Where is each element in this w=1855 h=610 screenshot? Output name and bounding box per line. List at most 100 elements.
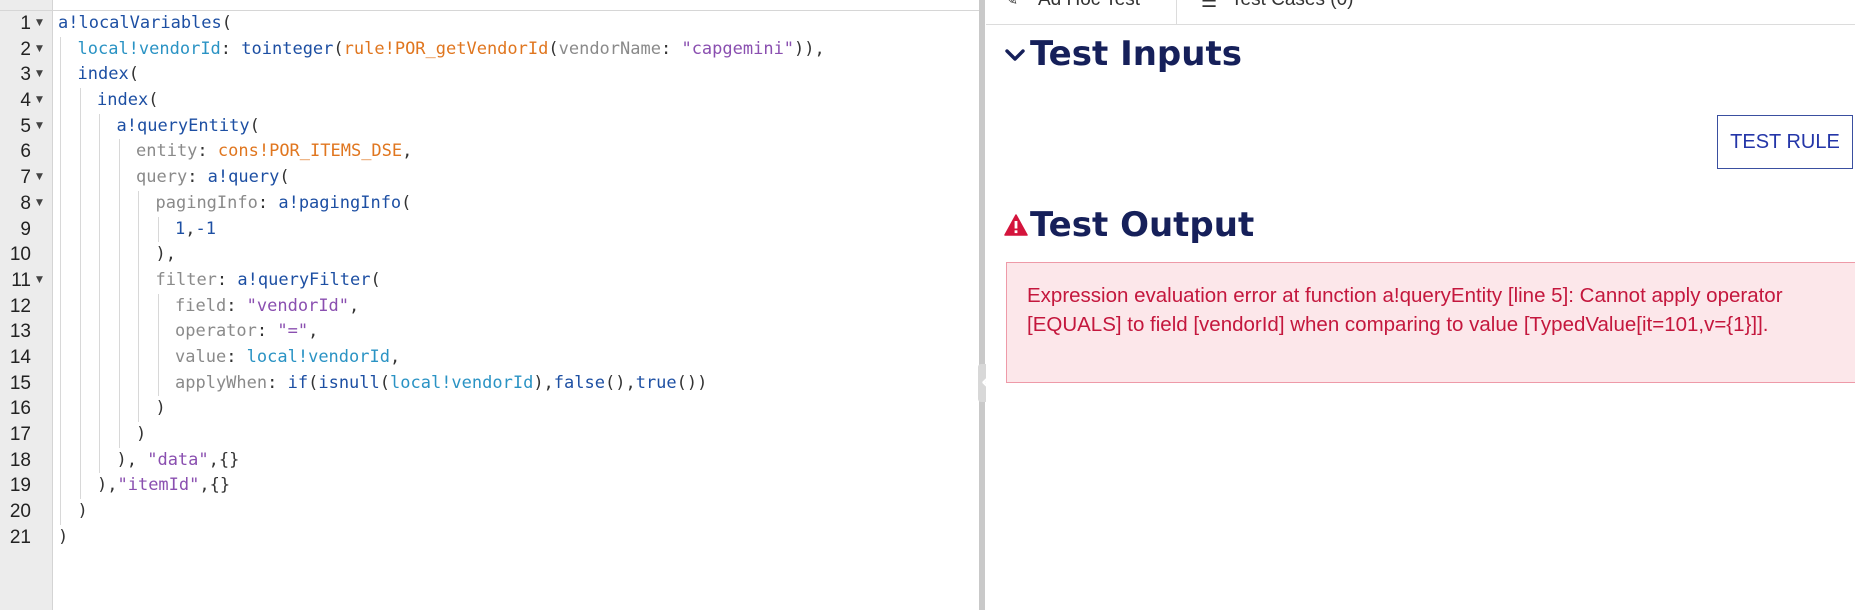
- code-token: operator: [175, 321, 257, 342]
- code-token: "data": [147, 449, 209, 470]
- fold-toggle-icon[interactable]: ▼: [36, 114, 43, 140]
- chevron-down-icon[interactable]: [1004, 44, 1026, 71]
- code-lines[interactable]: 1 ▼ a!localVariables(2 ▼ local!vendorId: toi…: [0, 11, 980, 550]
- line-number: 3: [20, 64, 31, 86]
- indent-guide: [138, 293, 139, 320]
- code-line[interactable]: 8 ▼ pagingInfo: a!pagingInfo(: [0, 190, 980, 217]
- fold-toggle-icon[interactable]: ▼: [36, 11, 43, 37]
- code-text: pagingInfo: a!pagingInfo(: [156, 191, 412, 217]
- line-number: 4: [20, 90, 31, 112]
- code-editor[interactable]: 1 ▼ a!localVariables(2 ▼ local!vendorId: toi…: [0, 0, 980, 610]
- tab-test-cases[interactable]: ☰ Test Cases (0): [1181, 0, 1381, 24]
- code-token: (: [548, 38, 559, 59]
- code-line[interactable]: 9 1,-1: [0, 216, 980, 243]
- code-token: (: [379, 372, 391, 393]
- pane-splitter[interactable]: [979, 0, 985, 610]
- indent-guide: [157, 319, 159, 345]
- indent-guide: [99, 113, 100, 140]
- indent-guide: [60, 62, 61, 89]
- test-rule-button[interactable]: TEST RULE: [1717, 115, 1853, 169]
- indent-guide: [118, 396, 120, 422]
- code-token: :: [267, 372, 288, 393]
- code-line[interactable]: 11 ▼ filter: a!queryFilter(: [0, 267, 980, 294]
- code-text: ): [78, 499, 88, 525]
- indent-guide: [99, 139, 100, 166]
- fold-toggle-icon[interactable]: ▼: [36, 37, 43, 63]
- code-text: a!localVariables(: [58, 11, 232, 37]
- code-text: entity: cons!POR_ITEMS_DSE,: [136, 139, 412, 165]
- code-token: ,: [814, 38, 825, 59]
- indent-guide: [79, 216, 81, 243]
- fold-toggle-icon[interactable]: ▼: [36, 268, 43, 294]
- indent-guide: [79, 88, 81, 114]
- code-token: tointeger: [241, 38, 334, 59]
- indent-guide: [99, 242, 100, 268]
- code-token: (: [370, 269, 381, 290]
- code-line[interactable]: 17): [0, 422, 980, 448]
- line-number: 6: [20, 141, 31, 163]
- line-number: 21: [9, 526, 31, 548]
- code-line[interactable]: 6 entity: cons!POR_ITEMS_DSE,: [0, 139, 980, 166]
- code-line[interactable]: 13 operator: "=",: [0, 319, 980, 345]
- code-line[interactable]: 21): [0, 525, 980, 551]
- code-token: (: [221, 13, 233, 33]
- indent-guide: [79, 396, 81, 422]
- code-text: a!queryEntity(: [117, 114, 260, 140]
- fold-toggle-icon[interactable]: ▼: [36, 191, 43, 217]
- line-number: 7: [20, 167, 31, 189]
- code-token: :: [187, 167, 208, 188]
- code-text: ),"itemId",{}: [97, 473, 230, 499]
- indent-guide: [118, 216, 120, 243]
- list-icon: ☰: [1201, 0, 1218, 11]
- code-line[interactable]: 2 ▼ local!vendorId: tointeger(rule!POR_get…: [0, 36, 980, 63]
- code-token: (: [333, 38, 344, 59]
- line-number: 12: [9, 295, 31, 317]
- code-token: :: [220, 38, 242, 59]
- code-token: (: [148, 90, 159, 111]
- code-text: field: "vendorId",: [175, 294, 359, 320]
- indent-guide: [118, 319, 120, 345]
- line-number: 19: [9, 475, 31, 497]
- code-line[interactable]: 7 ▼ query: a!query(: [0, 165, 980, 191]
- code-line[interactable]: 12 field: "vendorId",: [0, 293, 980, 320]
- code-line[interactable]: 20): [0, 499, 980, 525]
- code-token: a!localVariables: [58, 13, 222, 33]
- code-token: entity: [136, 141, 198, 162]
- code-line[interactable]: 3 ▼ index(: [0, 62, 980, 89]
- fold-toggle-icon[interactable]: ▼: [36, 88, 43, 114]
- code-token: ,: [349, 295, 360, 316]
- tab-test-cases-label: Test Cases (0): [1231, 0, 1353, 11]
- indent-guide: [138, 319, 139, 345]
- code-token: ,: [308, 321, 319, 342]
- code-line[interactable]: 19 ),"itemId",{}: [0, 473, 980, 500]
- line-number: 20: [9, 501, 31, 523]
- fold-toggle-icon[interactable]: ▼: [36, 165, 43, 191]
- code-line[interactable]: 16): [0, 396, 980, 422]
- code-line[interactable]: 18), "data",{}: [0, 447, 980, 474]
- code-token: local!vendorId: [77, 38, 221, 59]
- code-line[interactable]: 4 ▼ index(: [0, 88, 980, 114]
- indent-guide: [60, 216, 61, 243]
- code-line[interactable]: 1 ▼ a!localVariables(: [0, 11, 980, 37]
- indent-guide: [60, 370, 61, 397]
- code-line[interactable]: 14 value: local!vendorId,: [0, 344, 980, 371]
- code-line[interactable]: 15 applyWhen: if(isnull(local!vendorId),f…: [0, 370, 980, 397]
- code-token: index: [97, 90, 149, 111]
- code-token: :: [226, 346, 247, 367]
- indent-guide: [60, 319, 61, 345]
- code-token: a!query: [207, 167, 280, 188]
- code-line[interactable]: 10),: [0, 242, 980, 268]
- indent-guide: [99, 293, 100, 320]
- tab-ad-hoc-test[interactable]: ✎ Ad Hoc Test: [986, 0, 1177, 24]
- code-token: (: [308, 372, 319, 393]
- code-text: ), "data",{}: [117, 448, 240, 474]
- code-token: ,: [185, 218, 196, 239]
- code-text: query: a!query(: [136, 165, 290, 191]
- code-token: vendorName: [558, 38, 661, 59]
- indent-guide: [79, 473, 81, 500]
- fold-toggle-icon[interactable]: ▼: [36, 62, 43, 88]
- code-text: value: local!vendorId,: [175, 345, 400, 371]
- code-line[interactable]: 5 ▼ a!queryEntity(: [0, 113, 980, 140]
- indent-guide: [60, 499, 61, 525]
- line-number: 14: [9, 346, 31, 368]
